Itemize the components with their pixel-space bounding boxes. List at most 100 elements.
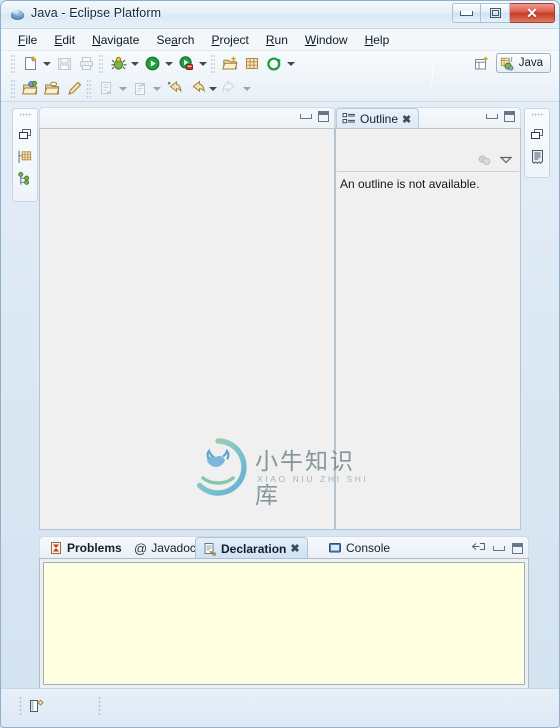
toolbar: J Java [1, 51, 559, 102]
save-disk-icon [57, 58, 71, 70]
close-window-button[interactable]: ✕ [510, 3, 555, 23]
menu-item-navigate[interactable]: Navigate [84, 31, 147, 49]
editor-area [39, 107, 335, 530]
forward-button [219, 78, 241, 100]
next-annotation-dropdown [117, 78, 129, 100]
new-java-project-button[interactable] [219, 53, 241, 75]
menu-bar: File Edit Navigate Search Project Run Wi… [1, 29, 559, 51]
open-folder-icon [43, 81, 59, 95]
console-icon [329, 543, 341, 553]
outline-shortcut[interactable] [528, 148, 546, 165]
view-menu-chevron-icon [499, 156, 513, 164]
writable-insert-indicator [28, 698, 46, 714]
perspective-label: Java [518, 57, 543, 69]
tab-declaration[interactable]: Declaration ✖ [195, 537, 308, 559]
back-dropdown[interactable] [207, 78, 219, 100]
java-perspective-icon: J [500, 57, 514, 71]
hierarchy-shortcut[interactable] [16, 171, 34, 188]
tab-console[interactable]: Console [321, 537, 397, 559]
debug-dropdown[interactable] [129, 53, 141, 75]
bottom-view-stack: Problems @ Javadoc Declaration ✖ Console [39, 536, 529, 689]
outline-view: Outline ✖ An outline is not available. [335, 107, 521, 530]
new-wizard-dropdown[interactable] [41, 53, 53, 75]
outline-toolbar [337, 151, 519, 172]
close-icon[interactable]: ✖ [402, 113, 411, 126]
new-class-icon [266, 57, 280, 71]
restore-icon [531, 128, 543, 139]
minimize-bottom-button[interactable] [493, 545, 505, 551]
new-class-dropdown[interactable] [285, 53, 297, 75]
open-resource-button[interactable] [41, 78, 63, 100]
back-arrow-icon [191, 80, 205, 93]
debug-bug-icon [111, 56, 126, 70]
editor-content[interactable] [39, 128, 335, 530]
open-type-button[interactable] [19, 78, 41, 100]
outline-controls [486, 111, 515, 122]
chevron-down-icon [153, 86, 161, 91]
debug-button[interactable] [107, 53, 129, 75]
external-tools-button[interactable] [175, 53, 197, 75]
menu-item-help[interactable]: Help [357, 31, 398, 49]
restore-right-button[interactable] [528, 125, 546, 142]
perspective-java-button[interactable]: J Java [495, 53, 551, 73]
svg-text:J: J [510, 57, 513, 63]
menu-item-project[interactable]: Project [203, 31, 256, 49]
new-package-button[interactable] [241, 53, 263, 75]
fast-view-grip[interactable] [530, 113, 544, 117]
minimize-editor-button[interactable] [300, 114, 312, 119]
back-button[interactable] [185, 78, 207, 100]
menu-item-run[interactable]: Run [258, 31, 296, 49]
toolbar-grip[interactable] [10, 79, 15, 98]
save-button [53, 53, 75, 75]
minimize-outline-button[interactable] [486, 114, 498, 119]
minimize-window-button[interactable] [452, 3, 481, 23]
restore-left-button[interactable] [16, 125, 34, 142]
tab-javadoc[interactable]: @ Javadoc [127, 537, 203, 559]
maximize-window-button[interactable] [481, 3, 510, 23]
view-menu-button[interactable] [499, 154, 513, 168]
last-edit-location-button[interactable] [163, 78, 185, 100]
package-explorer-shortcut[interactable] [16, 148, 34, 165]
tab-problems[interactable]: Problems [42, 537, 129, 559]
toolbar-grip[interactable] [86, 79, 91, 98]
new-wizard-button[interactable] [19, 53, 41, 75]
maximize-editor-button[interactable] [318, 111, 329, 122]
status-separator [19, 696, 22, 716]
maximize-outline-button[interactable] [504, 111, 515, 122]
external-tools-dropdown[interactable] [197, 53, 209, 75]
toolbar-grip[interactable] [10, 54, 15, 73]
outline-tabbar: Outline ✖ [335, 107, 521, 129]
run-button[interactable] [141, 53, 163, 75]
previous-annotation-icon [134, 83, 145, 95]
toolbar-grip[interactable] [98, 54, 103, 73]
status-bar-content [13, 694, 547, 718]
menu-item-window[interactable]: Window [297, 31, 356, 49]
toolbar-row-1 [9, 51, 297, 76]
javadoc-at-icon: @ [134, 540, 148, 556]
close-icon[interactable]: ✖ [290, 542, 299, 555]
previous-annotation-dropdown [151, 78, 163, 100]
search-pencil-icon [67, 81, 81, 95]
open-perspective-button[interactable] [471, 52, 493, 74]
eclipse-main-window: Java - Eclipse Platform ✕ File Edit Navi… [0, 0, 560, 728]
maximize-bottom-button[interactable] [512, 542, 523, 554]
new-class-button[interactable] [263, 53, 285, 75]
tab-outline[interactable]: Outline ✖ [336, 108, 420, 129]
declaration-icon [204, 542, 216, 556]
title-bar: Java - Eclipse Platform ✕ [1, 1, 559, 29]
search-button[interactable] [63, 78, 85, 100]
run-play-icon [145, 56, 159, 71]
menu-item-search[interactable]: Search [148, 31, 202, 49]
menu-item-file[interactable]: File [10, 31, 45, 49]
outline-message: An outline is not available. [340, 177, 480, 191]
workbench-body: Outline ✖ An outline is not available. 小… [1, 100, 559, 689]
hide-fields-button [477, 153, 492, 170]
minimize-icon [460, 10, 473, 16]
last-edit-location-icon [167, 80, 182, 93]
fast-view-grip[interactable] [18, 113, 32, 117]
menu-item-edit[interactable]: Edit [46, 31, 83, 49]
restore-view-button[interactable] [471, 541, 486, 555]
toolbar-grip[interactable] [210, 54, 215, 73]
declaration-text-area[interactable] [43, 562, 525, 685]
run-dropdown[interactable] [163, 53, 175, 75]
